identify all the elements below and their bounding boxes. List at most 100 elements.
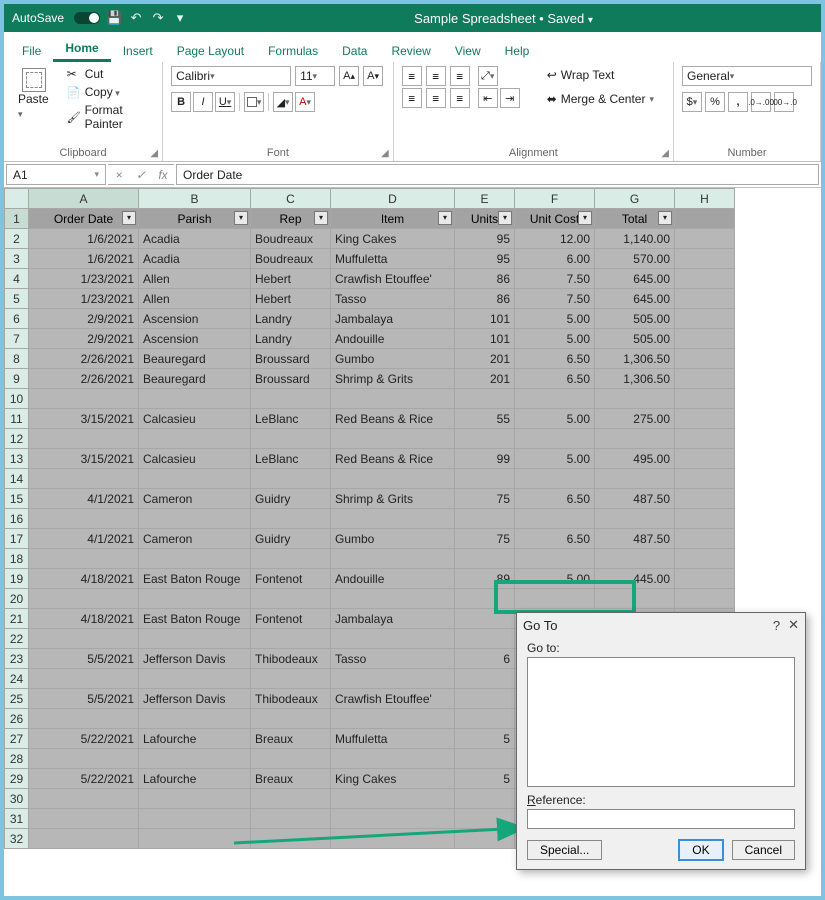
cell[interactable]: Crawfish Etouffee' — [331, 269, 455, 289]
shrink-font-button[interactable]: A▾ — [363, 66, 383, 86]
cell[interactable]: Thibodeaux — [251, 689, 331, 709]
cell[interactable]: 2/26/2021 — [29, 349, 139, 369]
font-name-select[interactable]: Calibri — [171, 66, 291, 86]
cell[interactable] — [515, 549, 595, 569]
cell[interactable]: Crawfish Etouffee' — [331, 689, 455, 709]
increase-indent-button[interactable]: ⇥ — [500, 88, 520, 108]
paste-button[interactable]: Paste — [12, 66, 57, 122]
cell[interactable] — [515, 429, 595, 449]
cell[interactable]: Fontenot — [251, 609, 331, 629]
cell[interactable] — [139, 589, 251, 609]
filter-icon[interactable]: ▾ — [122, 211, 136, 225]
cell[interactable]: 86 — [455, 289, 515, 309]
cell[interactable] — [29, 589, 139, 609]
fx-icon[interactable]: fx — [152, 168, 174, 182]
row-header[interactable]: 8 — [5, 349, 29, 369]
row-header[interactable]: 18 — [5, 549, 29, 569]
select-all-cell[interactable] — [5, 189, 29, 209]
cell[interactable]: 2/9/2021 — [29, 309, 139, 329]
cell[interactable]: 4/18/2021 — [29, 609, 139, 629]
font-launcher[interactable]: ◢ — [381, 148, 389, 159]
row-header[interactable]: 7 — [5, 329, 29, 349]
font-color-button[interactable]: A — [295, 92, 315, 112]
cell[interactable] — [455, 829, 515, 849]
cell[interactable]: 6.50 — [515, 349, 595, 369]
cell[interactable]: 55 — [455, 409, 515, 429]
wrap-text-button[interactable]: ↩Wrap Text — [543, 66, 658, 84]
row-header[interactable]: 19 — [5, 569, 29, 589]
cell[interactable]: Jefferson Davis — [139, 689, 251, 709]
tab-file[interactable]: File — [10, 38, 53, 62]
table-header-cell[interactable]: Units▾ — [455, 209, 515, 229]
row-header[interactable]: 1 — [5, 209, 29, 229]
table-header-cell[interactable]: Total▾ — [595, 209, 675, 229]
special-button[interactable]: Special... — [527, 840, 602, 860]
borders-button[interactable] — [244, 92, 264, 112]
cell[interactable]: Lafourche — [139, 769, 251, 789]
cell[interactable]: Landry — [251, 309, 331, 329]
cell[interactable]: Andouille — [331, 569, 455, 589]
currency-button[interactable]: $ — [682, 92, 702, 112]
cell[interactable] — [455, 749, 515, 769]
cell[interactable] — [29, 789, 139, 809]
filter-icon[interactable]: ▾ — [314, 211, 328, 225]
cell[interactable]: Calcasieu — [139, 449, 251, 469]
row-header[interactable]: 17 — [5, 529, 29, 549]
row-header[interactable]: 13 — [5, 449, 29, 469]
fill-color-button[interactable]: ◢ — [273, 92, 293, 112]
cell[interactable] — [139, 829, 251, 849]
cell[interactable] — [251, 829, 331, 849]
cell[interactable]: Red Beans & Rice — [331, 409, 455, 429]
cell[interactable]: Fontenot — [251, 569, 331, 589]
goto-reference-input[interactable] — [527, 809, 795, 829]
row-header[interactable]: 5 — [5, 289, 29, 309]
cell[interactable]: Breaux — [251, 769, 331, 789]
cell[interactable]: Red Beans & Rice — [331, 449, 455, 469]
align-left-button[interactable]: ≡ — [402, 88, 422, 108]
cell[interactable] — [331, 509, 455, 529]
cell[interactable] — [139, 389, 251, 409]
cell[interactable] — [251, 669, 331, 689]
cell[interactable] — [139, 549, 251, 569]
comma-button[interactable]: , — [728, 92, 748, 112]
cell[interactable] — [251, 789, 331, 809]
cell[interactable] — [139, 749, 251, 769]
cell[interactable]: 101 — [455, 329, 515, 349]
cell[interactable]: 5/22/2021 — [29, 729, 139, 749]
cell[interactable] — [139, 629, 251, 649]
tab-data[interactable]: Data — [330, 38, 379, 62]
cell[interactable]: 86 — [455, 269, 515, 289]
cell[interactable]: East Baton Rouge — [139, 609, 251, 629]
cell[interactable]: 101 — [455, 309, 515, 329]
cell[interactable] — [251, 469, 331, 489]
redo-icon[interactable]: ↷ — [150, 10, 166, 26]
cell[interactable] — [251, 509, 331, 529]
cell[interactable] — [331, 709, 455, 729]
cell[interactable]: Guidry — [251, 529, 331, 549]
percent-button[interactable]: % — [705, 92, 725, 112]
cell[interactable]: 99 — [455, 449, 515, 469]
cell[interactable] — [251, 809, 331, 829]
cell[interactable]: Shrimp & Grits — [331, 489, 455, 509]
cell[interactable]: Beauregard — [139, 369, 251, 389]
cell[interactable]: Tasso — [331, 649, 455, 669]
increase-decimal-button[interactable]: .0→.00 — [751, 92, 771, 112]
cell[interactable] — [139, 669, 251, 689]
cell[interactable]: 445.00 — [595, 569, 675, 589]
cell[interactable]: Ascension — [139, 329, 251, 349]
cell[interactable] — [515, 389, 595, 409]
cell[interactable] — [515, 589, 595, 609]
cell[interactable]: 5/5/2021 — [29, 689, 139, 709]
number-format-select[interactable]: General — [682, 66, 812, 86]
col-header-E[interactable]: E — [455, 189, 515, 209]
cell[interactable] — [139, 429, 251, 449]
cell[interactable]: 495.00 — [595, 449, 675, 469]
cell[interactable]: 6.00 — [515, 249, 595, 269]
cell[interactable]: Shrimp & Grits — [331, 369, 455, 389]
ok-button[interactable]: OK — [678, 839, 723, 861]
cell[interactable]: 4/1/2021 — [29, 489, 139, 509]
cell[interactable] — [595, 429, 675, 449]
row-header[interactable]: 14 — [5, 469, 29, 489]
cell[interactable]: 275.00 — [595, 409, 675, 429]
row-header[interactable]: 22 — [5, 629, 29, 649]
